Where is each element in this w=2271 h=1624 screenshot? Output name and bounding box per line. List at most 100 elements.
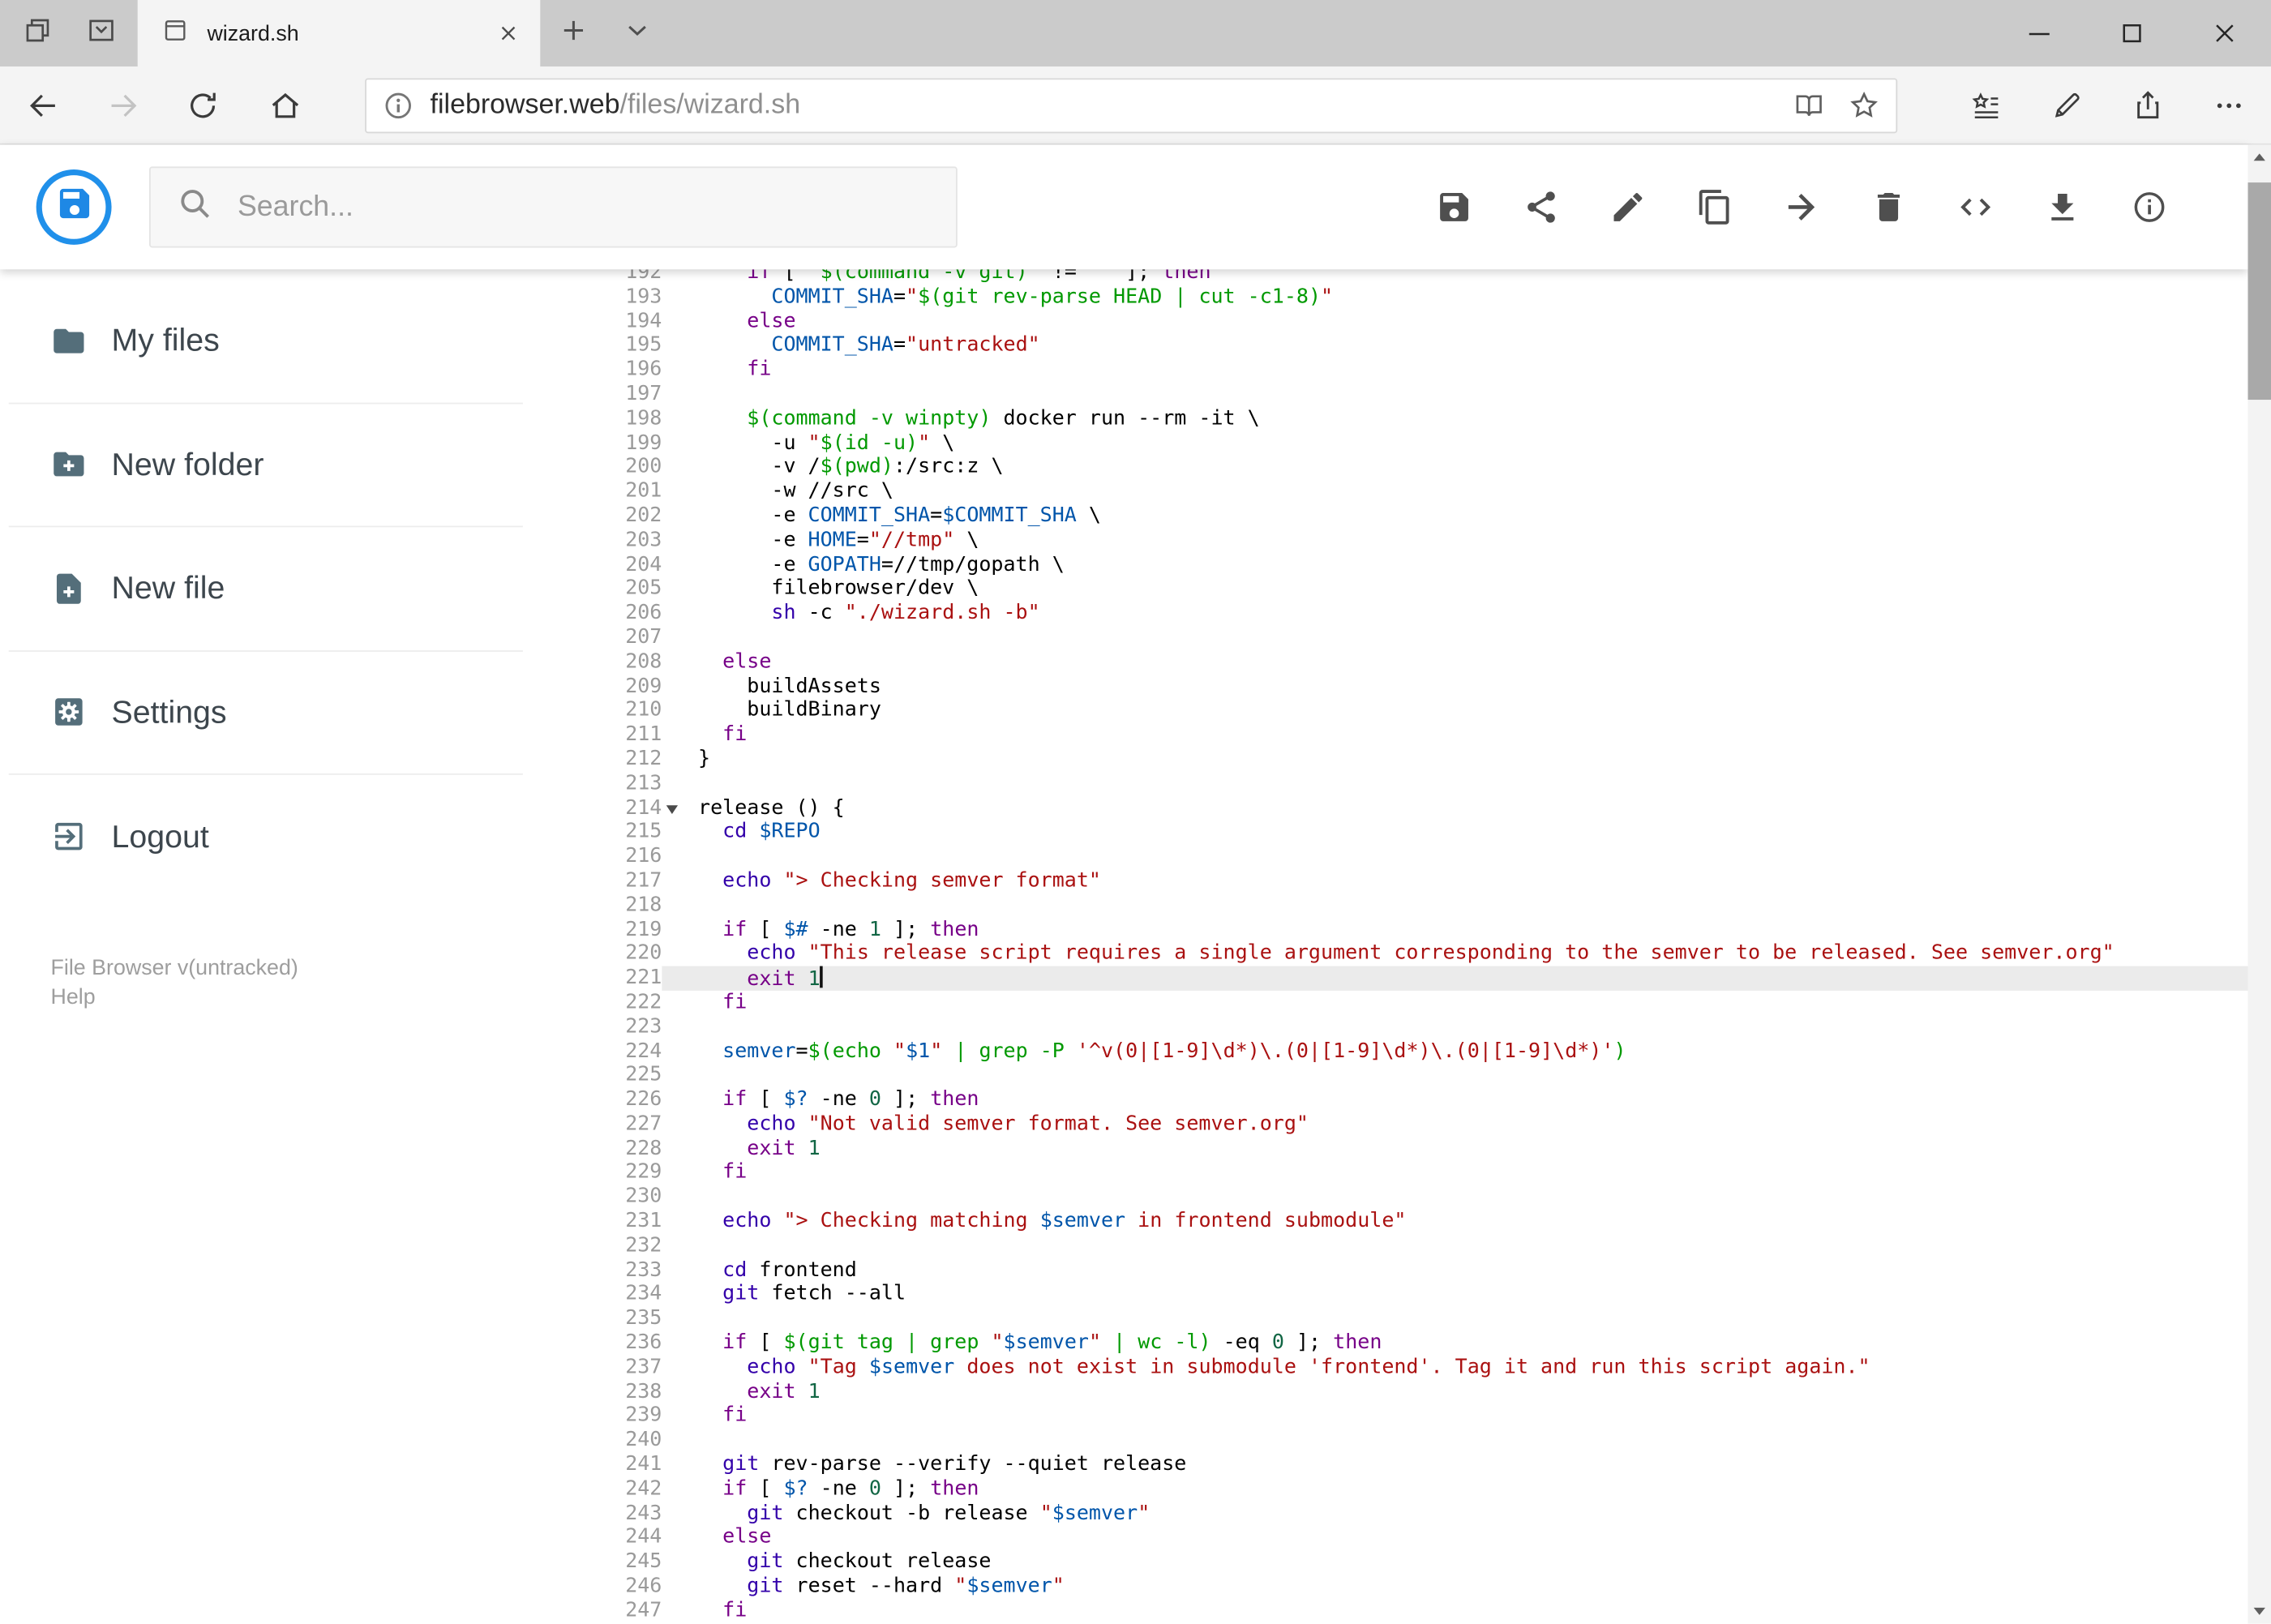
- forward-button[interactable]: [105, 88, 140, 123]
- code-line[interactable]: 231 echo "> Checking matching $semver in…: [580, 1210, 2248, 1234]
- search-box[interactable]: [148, 166, 958, 248]
- code-line[interactable]: 238 exit 1: [580, 1380, 2248, 1404]
- code-editor[interactable]: 192 if [ "$(command -v git)" != "" ]; th…: [579, 269, 2248, 1624]
- code-line[interactable]: 229 fi: [580, 1161, 2248, 1185]
- code-line[interactable]: 219 if [ $# -ne 1 ]; then: [580, 918, 2248, 942]
- code-line[interactable]: 228 exit 1: [580, 1137, 2248, 1161]
- site-info-icon[interactable]: [381, 88, 416, 123]
- url-text[interactable]: filebrowser.web/files/wizard.sh: [431, 90, 1792, 122]
- code-line[interactable]: 214 release () {: [580, 796, 2248, 821]
- code-line[interactable]: 203 -e HOME="//tmp" \: [580, 529, 2248, 553]
- code-line[interactable]: 244 else: [580, 1526, 2248, 1550]
- code-line[interactable]: 243 git checkout -b release "$semver": [580, 1502, 2248, 1526]
- code-line[interactable]: 225: [580, 1064, 2248, 1088]
- code-line[interactable]: 208 else: [580, 650, 2248, 675]
- code-line[interactable]: 237 echo "Tag $semver does not exist in …: [580, 1356, 2248, 1380]
- fold-arrow-icon[interactable]: [662, 796, 682, 821]
- help-link[interactable]: Help: [51, 983, 298, 1013]
- rename-button[interactable]: [1609, 188, 1647, 225]
- info-button[interactable]: [2131, 188, 2168, 225]
- close-button[interactable]: [2179, 0, 2271, 66]
- back-button[interactable]: [26, 88, 61, 123]
- code-line[interactable]: 207: [580, 626, 2248, 650]
- more-options-button[interactable]: [2212, 88, 2247, 123]
- hub-favorites-button[interactable]: [1969, 88, 2003, 123]
- sidebar-item-logout[interactable]: Logout: [9, 775, 523, 899]
- favorite-star-icon[interactable]: [1847, 88, 1882, 123]
- code-line[interactable]: 246 git reset --hard "$semver": [580, 1575, 2248, 1599]
- code-line[interactable]: 204 -e GOPATH=//tmp/gopath \: [580, 553, 2248, 577]
- refresh-button[interactable]: [186, 88, 221, 123]
- home-button[interactable]: [268, 88, 302, 123]
- code-line[interactable]: 241 git rev-parse --verify --quiet relea…: [580, 1453, 2248, 1477]
- code-line[interactable]: 247 fi: [580, 1599, 2248, 1623]
- code-line[interactable]: 236 if [ $(git tag | grep "$semver" | wc…: [580, 1331, 2248, 1356]
- code-line[interactable]: 193 COMMIT_SHA="$(git rev-parse HEAD | c…: [580, 285, 2248, 310]
- code-line[interactable]: 222 fi: [580, 991, 2248, 1015]
- code-line[interactable]: 210 buildBinary: [580, 699, 2248, 723]
- scroll-up-arrow[interactable]: [2247, 145, 2271, 169]
- code-line[interactable]: 220 echo "This release script requires a…: [580, 942, 2248, 966]
- code-line[interactable]: 233 cd frontend: [580, 1258, 2248, 1283]
- sidebar-item-new-folder[interactable]: New folder: [8, 404, 523, 528]
- code-line[interactable]: 230: [580, 1185, 2248, 1210]
- code-line[interactable]: 194 else: [580, 310, 2248, 334]
- code-line[interactable]: 192 if [ "$(command -v git)" != "" ]; th…: [580, 269, 2248, 285]
- editor-mode-button[interactable]: [1956, 188, 1994, 225]
- tab-list-button[interactable]: [620, 16, 655, 51]
- scroll-down-arrow[interactable]: [2247, 1599, 2271, 1623]
- tab-actions-button[interactable]: [20, 16, 55, 51]
- code-line[interactable]: 196 fi: [580, 358, 2248, 383]
- sidebar-item-new-file[interactable]: New file: [8, 527, 523, 651]
- code-line[interactable]: 232: [580, 1234, 2248, 1258]
- code-line[interactable]: 242 if [ $? -ne 0 ]; then: [580, 1477, 2248, 1502]
- code-line[interactable]: 217 echo "> Checking semver format": [580, 869, 2248, 893]
- share-button-file[interactable]: [1523, 188, 1560, 225]
- code-line[interactable]: 206 sh -c "./wizard.sh -b": [580, 602, 2248, 626]
- code-line[interactable]: 205 filebrowser/dev \: [580, 577, 2248, 602]
- code-line[interactable]: 201 -w //src \: [580, 480, 2248, 504]
- code-line[interactable]: 211 fi: [580, 723, 2248, 748]
- code-line[interactable]: 224 semver=$(echo "$1" | grep -P '^v(0|[…: [580, 1039, 2248, 1064]
- delete-button[interactable]: [1870, 188, 1907, 225]
- code-line[interactable]: 200 -v /$(pwd):/src:z \: [580, 456, 2248, 480]
- save-button[interactable]: [1435, 188, 1472, 225]
- code-line[interactable]: 197: [580, 383, 2248, 407]
- sidebar-item-my-files[interactable]: My files: [8, 280, 523, 404]
- new-tab-button[interactable]: [556, 16, 591, 51]
- code-line[interactable]: 245 git checkout release: [580, 1550, 2248, 1575]
- tab-close-button[interactable]: [494, 19, 523, 48]
- web-note-pen-button[interactable]: [2050, 88, 2085, 123]
- scrollbar[interactable]: [2247, 144, 2271, 1624]
- move-button[interactable]: [1783, 188, 1820, 225]
- code-line[interactable]: 239 fi: [580, 1404, 2248, 1429]
- scrollbar-thumb[interactable]: [2247, 182, 2271, 401]
- code-line[interactable]: 216: [580, 845, 2248, 869]
- code-line[interactable]: 227 echo "Not valid semver format. See s…: [580, 1112, 2248, 1137]
- copy-button[interactable]: [1696, 188, 1733, 225]
- reading-view-icon[interactable]: [1792, 88, 1827, 123]
- code-line[interactable]: 221 exit 1: [580, 966, 2248, 991]
- sidebar-item-settings[interactable]: Settings: [8, 651, 523, 775]
- code-line[interactable]: 213: [580, 772, 2248, 796]
- code-line[interactable]: 234 git fetch --all: [580, 1283, 2248, 1307]
- code-line[interactable]: 212}: [580, 748, 2248, 772]
- code-line[interactable]: 223: [580, 1015, 2248, 1039]
- code-line[interactable]: 226 if [ $? -ne 0 ]; then: [580, 1088, 2248, 1112]
- code-line[interactable]: 215 cd $REPO: [580, 821, 2248, 845]
- minimize-button[interactable]: [1993, 0, 2085, 66]
- code-line[interactable]: 195 COMMIT_SHA="untracked": [580, 334, 2248, 358]
- code-line[interactable]: 240: [580, 1429, 2248, 1453]
- code-line[interactable]: 198 $(command -v winpty) docker run --rm…: [580, 407, 2248, 431]
- filebrowser-logo[interactable]: [36, 169, 112, 245]
- download-button[interactable]: [2044, 188, 2081, 225]
- code-line[interactable]: 209 buildAssets: [580, 675, 2248, 699]
- search-input[interactable]: [234, 189, 930, 225]
- code-line[interactable]: 218: [580, 893, 2248, 918]
- share-button[interactable]: [2131, 88, 2166, 123]
- tab-preview-button[interactable]: [84, 16, 119, 51]
- address-bar[interactable]: filebrowser.web/files/wizard.sh: [365, 78, 1898, 134]
- code-line[interactable]: 235: [580, 1307, 2248, 1331]
- code-line[interactable]: 202 -e COMMIT_SHA=$COMMIT_SHA \: [580, 504, 2248, 529]
- maximize-button[interactable]: [2085, 0, 2178, 66]
